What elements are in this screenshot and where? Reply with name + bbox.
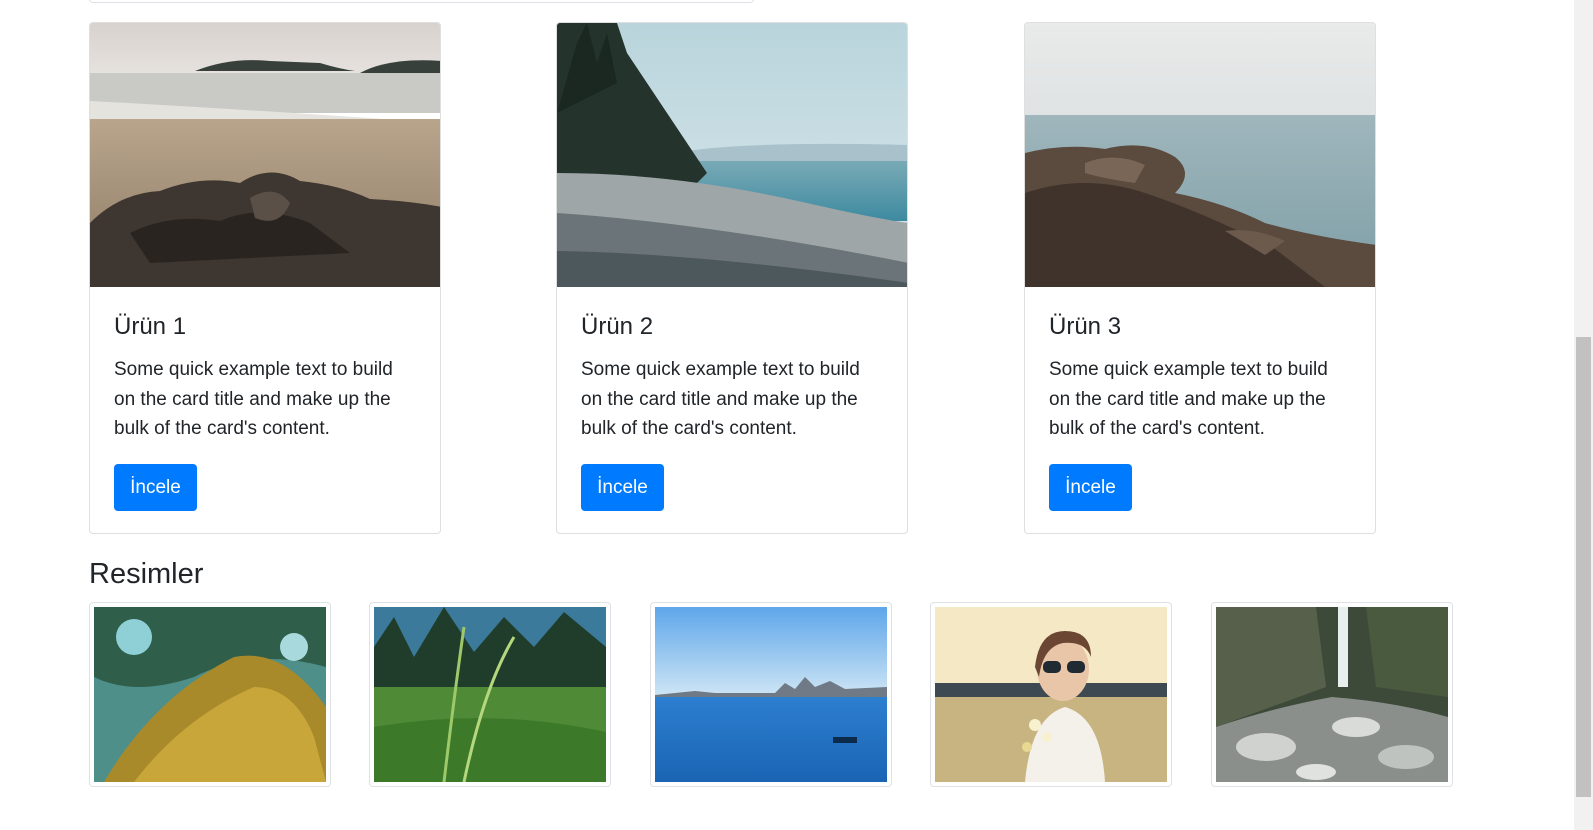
vertical-scrollbar[interactable] (1574, 0, 1593, 830)
product-title-3: Ürün 3 (1049, 313, 1122, 340)
product-card-2: Ürün 2 Some quick example text to build … (556, 22, 908, 534)
inspect-button-3[interactable]: İncele (1049, 464, 1132, 511)
product-card-3: Ürün 3 Some quick example text to build … (1024, 22, 1376, 534)
inspect-button-1[interactable]: İncele (114, 464, 197, 511)
product-image-3 (1025, 23, 1375, 287)
gallery-title: Resimler (89, 558, 204, 590)
gallery-image-1[interactable] (89, 602, 331, 787)
product-image-2 (557, 23, 907, 287)
product-text-3: Some quick example text to build on the … (1049, 359, 1328, 439)
gallery-image-4[interactable] (930, 602, 1172, 787)
product-text-1: Some quick example text to build on the … (114, 359, 393, 439)
gallery-image-2[interactable] (369, 602, 611, 787)
top-partial-element (89, 0, 754, 3)
inspect-button-2[interactable]: İncele (581, 464, 664, 511)
product-text-2: Some quick example text to build on the … (581, 359, 860, 439)
gallery-image-3[interactable] (650, 602, 892, 787)
scrollbar-thumb[interactable] (1576, 337, 1591, 797)
product-card-1: Ürün 1 Some quick example text to build … (89, 22, 441, 534)
product-title-2: Ürün 2 (581, 313, 654, 340)
gallery-image-5[interactable] (1211, 602, 1453, 787)
product-title-1: Ürün 1 (114, 313, 187, 340)
product-image-1 (90, 23, 440, 287)
